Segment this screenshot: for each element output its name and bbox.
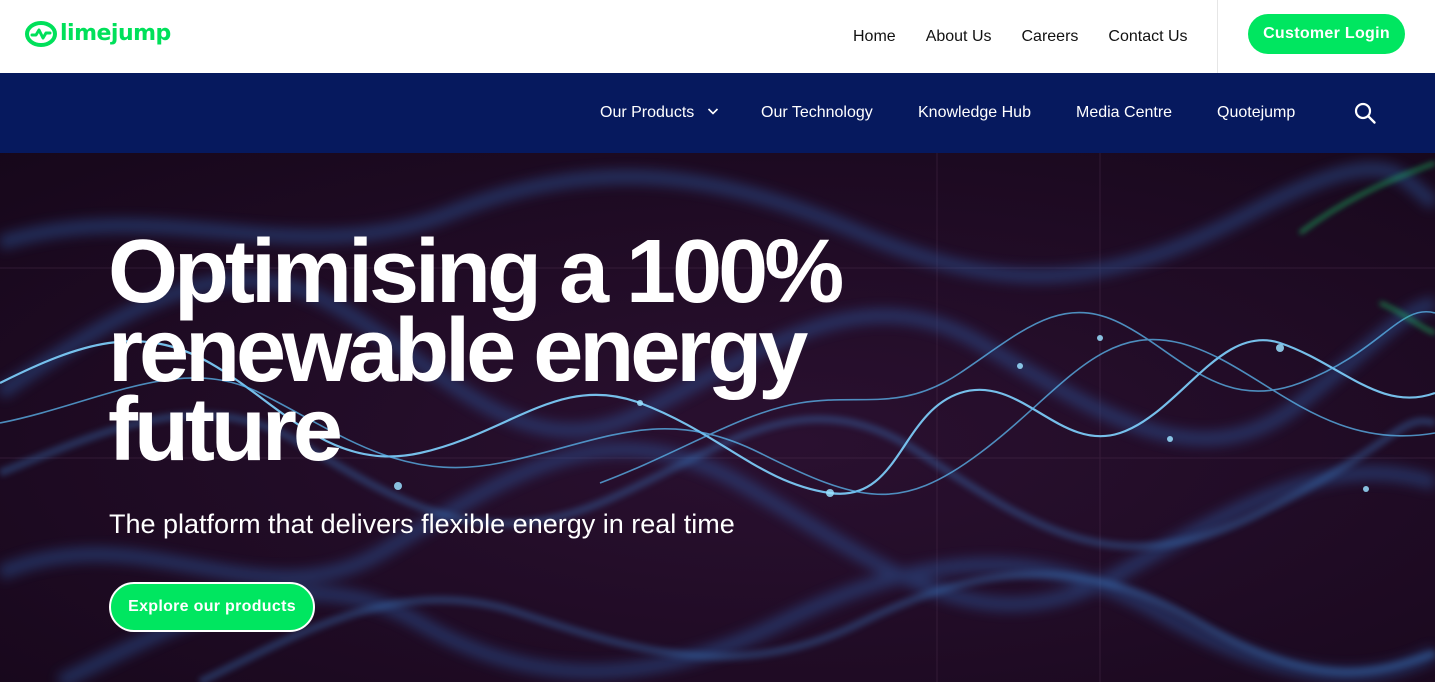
nav-item-quotejump[interactable]: Quotejump [1217,73,1295,153]
nav-item-our-technology[interactable]: Our Technology [761,73,873,153]
hero-section: Optimising a 100% renewable energy futur… [0,153,1435,682]
nav-item-our-products-label: Our Products [600,104,695,121]
hero-headline-line-3: future [108,380,343,480]
main-nav: Our Products Our Technology Knowledge Hu… [0,73,1435,153]
nav-item-our-products[interactable]: Our Products [600,73,719,153]
hero-subtitle: The platform that delivers flexible ener… [109,509,735,539]
top-link-contact-us[interactable]: Contact Us [1093,0,1202,73]
top-link-careers[interactable]: Careers [1007,0,1094,73]
limejump-logo[interactable]: limejump [24,17,171,51]
search-icon[interactable] [1353,101,1377,125]
top-links: Home About Us Careers Contact Us [838,0,1203,73]
customer-login-button[interactable]: Customer Login [1248,14,1405,54]
top-link-about-us[interactable]: About Us [911,0,1007,73]
chevron-down-icon [707,108,718,115]
logo-mark-icon [25,21,57,47]
top-divider [1217,0,1218,73]
nav-item-knowledge-hub[interactable]: Knowledge Hub [918,73,1031,153]
hero-headline: Optimising a 100% renewable energy futur… [108,227,868,480]
explore-products-button[interactable]: Explore our products [109,582,315,632]
top-link-home[interactable]: Home [838,0,911,73]
top-header: limejump Home About Us Careers Contact U… [0,0,1435,73]
nav-item-media-centre[interactable]: Media Centre [1076,73,1172,153]
logo-text: limejump [60,21,171,46]
